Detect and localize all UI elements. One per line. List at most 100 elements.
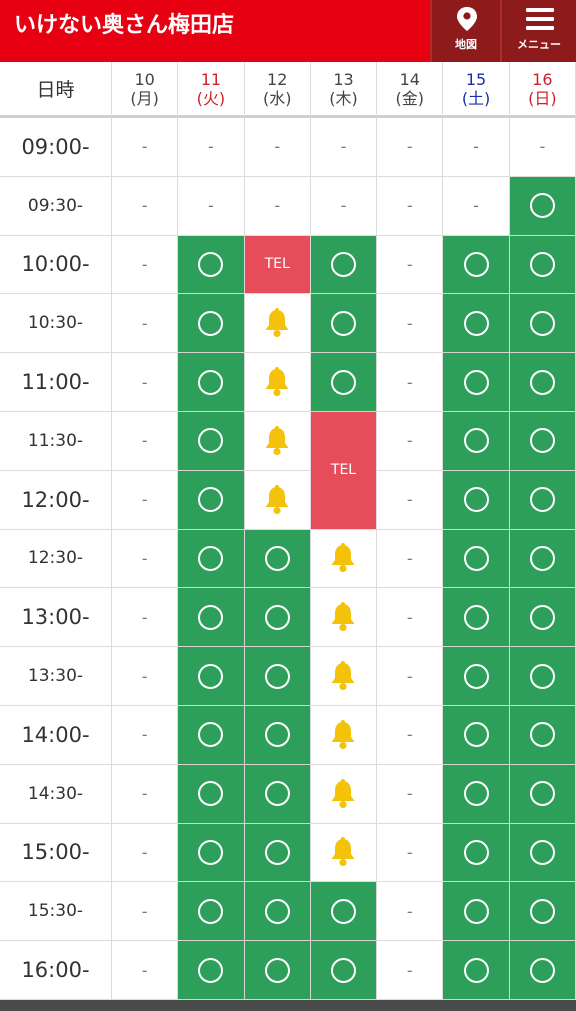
slot-available[interactable] (443, 882, 510, 942)
slot-available[interactable] (509, 529, 576, 589)
slot-available[interactable] (443, 294, 510, 354)
available-circle-icon (198, 722, 224, 748)
bell-icon (328, 660, 358, 692)
slot-available[interactable] (443, 647, 510, 706)
slot-available[interactable] (244, 529, 311, 589)
slot-available[interactable] (443, 588, 510, 648)
slot-available[interactable] (310, 941, 378, 1000)
slot-available[interactable] (178, 705, 245, 765)
slot-available[interactable] (509, 235, 576, 295)
slot-available[interactable] (509, 176, 576, 236)
slot-available[interactable] (244, 647, 311, 706)
slot-available[interactable] (509, 764, 576, 824)
slot-available[interactable] (178, 588, 245, 648)
slot-unavailable: - (112, 764, 179, 824)
available-circle-icon (463, 369, 489, 395)
slot-available[interactable] (509, 823, 576, 883)
day-weekday: (日) (528, 88, 557, 108)
slot-available[interactable] (244, 764, 311, 824)
slot-available[interactable] (178, 941, 245, 1000)
slot-available[interactable] (509, 647, 576, 706)
slot-available[interactable] (178, 529, 245, 589)
hamburger-menu-icon (502, 6, 576, 30)
slot-available[interactable] (443, 941, 510, 1000)
bell-icon (328, 719, 358, 751)
time-label: 11:30- (0, 411, 112, 471)
menu-button[interactable]: メニュー (500, 0, 576, 62)
slot-unavailable: - (178, 176, 245, 236)
slot-available[interactable] (244, 882, 311, 942)
map-button[interactable]: 地図 (430, 0, 500, 62)
slot-available[interactable] (443, 823, 510, 883)
available-circle-icon (529, 722, 555, 748)
slot-unavailable: - (377, 294, 444, 354)
slot-tel[interactable]: TEL (244, 235, 311, 295)
slot-available[interactable] (244, 823, 311, 883)
time-label: 09:00- (0, 118, 112, 177)
slot-available[interactable] (178, 823, 245, 883)
slot-available[interactable] (509, 294, 576, 354)
slot-bell[interactable] (244, 470, 311, 530)
slot-tel[interactable]: TEL (310, 411, 378, 530)
slot-bell[interactable] (244, 353, 311, 412)
time-label: 10:00- (0, 235, 112, 295)
day-weekday: (木) (329, 88, 358, 108)
available-circle-icon (264, 781, 290, 807)
slot-unavailable: - (377, 588, 444, 648)
slot-available[interactable] (178, 764, 245, 824)
day-weekday: (金) (395, 88, 425, 108)
slot-available[interactable] (443, 529, 510, 589)
slot-available[interactable] (178, 470, 245, 530)
slot-bell[interactable] (310, 823, 378, 883)
slot-available[interactable] (310, 882, 378, 942)
available-circle-icon (330, 369, 356, 395)
slot-bell[interactable] (310, 588, 378, 648)
slot-bell[interactable] (310, 647, 378, 706)
slot-available[interactable] (509, 470, 576, 530)
slot-available[interactable] (244, 705, 311, 765)
slot-available[interactable] (509, 353, 576, 412)
available-circle-icon (529, 369, 555, 395)
slot-unavailable: - (377, 823, 444, 883)
slot-bell[interactable] (310, 764, 378, 824)
slot-available[interactable] (310, 353, 378, 412)
day-header: 15 (土) (443, 62, 510, 118)
slot-available[interactable] (443, 235, 510, 295)
slot-bell[interactable] (244, 294, 311, 354)
slot-unavailable: - (377, 764, 444, 824)
available-circle-icon (463, 722, 489, 748)
slot-available[interactable] (443, 353, 510, 412)
slot-available[interactable] (509, 941, 576, 1000)
slot-bell[interactable] (244, 411, 311, 471)
available-circle-icon (529, 251, 555, 277)
slot-available[interactable] (178, 235, 245, 295)
slot-available[interactable] (178, 411, 245, 471)
slot-unavailable: - (112, 529, 179, 589)
slot-bell[interactable] (310, 529, 378, 589)
slot-available[interactable] (443, 470, 510, 530)
slot-available[interactable] (509, 882, 576, 942)
slot-available[interactable] (244, 941, 311, 1000)
slot-unavailable: - (112, 353, 179, 412)
slot-available[interactable] (310, 235, 378, 295)
slot-available[interactable] (509, 411, 576, 471)
slot-available[interactable] (244, 588, 311, 648)
slot-available[interactable] (509, 588, 576, 648)
slot-available[interactable] (443, 705, 510, 765)
slot-bell[interactable] (310, 705, 378, 765)
slot-available[interactable] (310, 294, 378, 354)
slot-unavailable: - (178, 118, 245, 177)
slot-unavailable: - (310, 118, 378, 177)
bell-icon (328, 542, 358, 574)
slot-available[interactable] (178, 294, 245, 354)
slot-available[interactable] (443, 411, 510, 471)
slot-available[interactable] (178, 647, 245, 706)
available-circle-icon (529, 310, 555, 336)
available-circle-icon (529, 604, 555, 630)
slot-unavailable: - (244, 176, 311, 236)
slot-available[interactable] (509, 705, 576, 765)
slot-available[interactable] (443, 764, 510, 824)
slot-unavailable: - (377, 411, 444, 471)
slot-available[interactable] (178, 353, 245, 412)
slot-available[interactable] (178, 882, 245, 942)
